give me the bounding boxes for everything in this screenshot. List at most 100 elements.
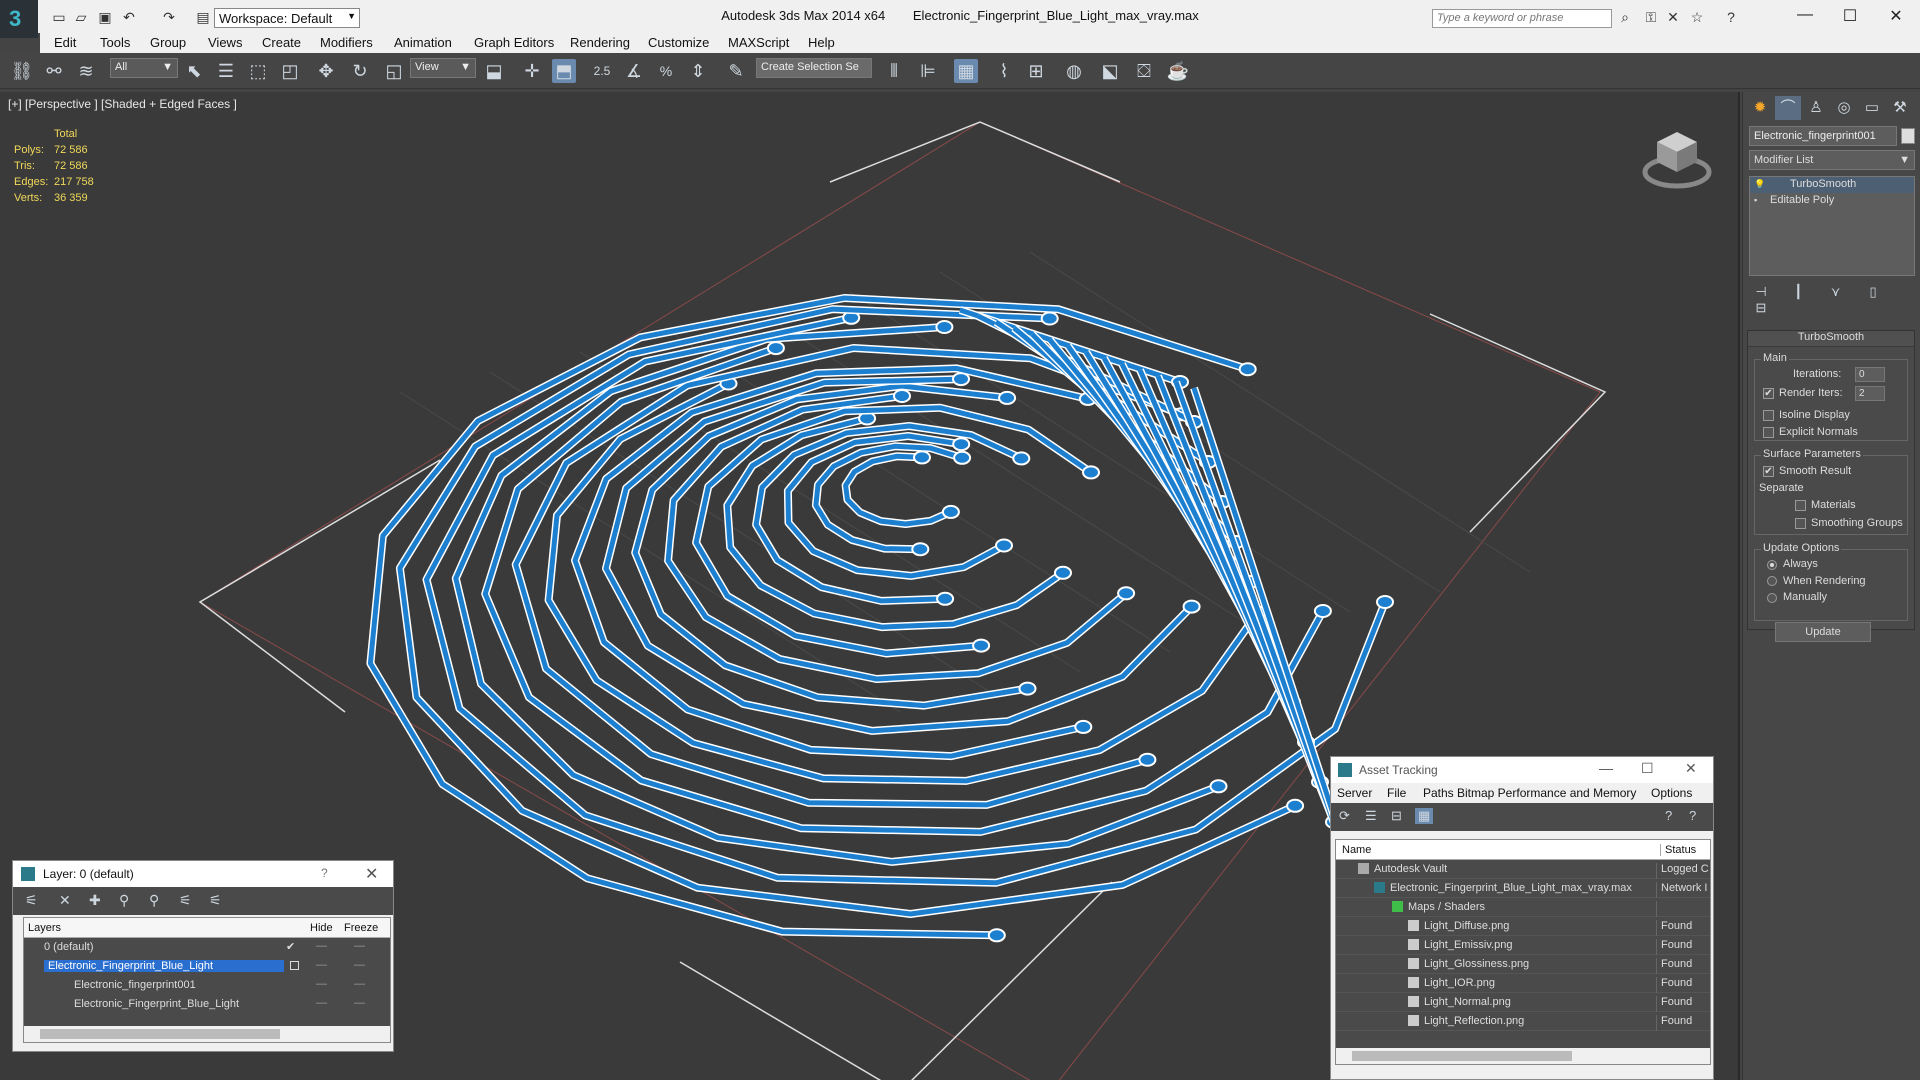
menu-create[interactable]: Create [262, 35, 301, 50]
refresh-icon[interactable]: ⟳ [1339, 808, 1350, 824]
asset-row[interactable]: Light_Reflection.png Found [1336, 1012, 1710, 1031]
update-button[interactable]: Update [1775, 622, 1871, 642]
when-rendering-radio[interactable] [1767, 576, 1777, 586]
smooth-result-checkbox[interactable]: ✔ [1763, 466, 1774, 477]
viewcube-icon[interactable] [1642, 124, 1712, 194]
freeze-all-icon[interactable]: ⚟ [209, 892, 222, 909]
freeze-toggle[interactable]: — [354, 959, 365, 971]
select-manipulate-icon[interactable]: ✛ [520, 59, 544, 83]
menu-views[interactable]: Views [208, 35, 242, 50]
select-in-layer-icon[interactable]: ⚲ [119, 892, 129, 909]
stack-item-turbosmooth[interactable]: 💡 TurboSmooth [1750, 177, 1914, 193]
isoline-display-checkbox[interactable] [1763, 410, 1774, 421]
binoculars-icon[interactable]: ⌕ [1616, 9, 1634, 25]
asset-row[interactable]: Light_Diffuse.png Found [1336, 917, 1710, 936]
link-icon[interactable]: ⛓ [10, 59, 34, 83]
asset-row[interactable]: Light_Normal.png Found [1336, 993, 1710, 1012]
pivot-center-icon[interactable]: ⬓ [482, 59, 506, 83]
close-icon[interactable]: ✕ [1685, 760, 1697, 777]
communication-icon[interactable]: ✕ [1664, 9, 1682, 25]
rollout-title[interactable]: TurboSmooth [1748, 331, 1914, 347]
mirror-icon[interactable]: ⫴ [882, 59, 906, 83]
freeze-toggle[interactable]: — [354, 997, 365, 1009]
column-name[interactable]: Name [1342, 844, 1371, 856]
align-icon[interactable]: ⊫ [916, 59, 940, 83]
hide-all-icon[interactable]: ⚟ [179, 892, 192, 909]
always-radio[interactable] [1767, 560, 1777, 570]
object-color-swatch[interactable] [1901, 128, 1915, 144]
scrollbar-thumb[interactable] [40, 1029, 280, 1039]
hide-toggle[interactable]: — [316, 940, 327, 952]
iterations-spinner[interactable]: 0 [1855, 367, 1885, 382]
help-icon[interactable]: ? [1722, 9, 1740, 25]
favorites-star-icon[interactable]: ☆ [1688, 9, 1706, 25]
bind-space-warp-icon[interactable]: ≋ [74, 59, 98, 83]
scale-icon[interactable]: ◱ [382, 59, 406, 83]
freeze-toggle[interactable]: — [354, 940, 365, 952]
list-view-icon[interactable]: ☰ [1365, 808, 1377, 824]
menu-group[interactable]: Group [150, 35, 186, 50]
selection-filter-dropdown[interactable]: All ▼ [110, 58, 178, 78]
keyboard-shortcut-override-icon[interactable]: ⬒ [552, 59, 576, 83]
column-layers[interactable]: Layers [28, 922, 61, 934]
utilities-tab-icon[interactable]: ⚒ [1887, 96, 1913, 120]
render-production-icon[interactable]: ☕ [1166, 59, 1190, 83]
curve-editor-icon[interactable]: ⌇ [992, 59, 1016, 83]
asset-row[interactable]: Maps / Shaders [1336, 898, 1710, 917]
help-icon[interactable]: ? [321, 866, 328, 880]
close-icon[interactable]: ✕ [365, 864, 378, 884]
minimize-icon[interactable]: — [1795, 6, 1815, 26]
spinner-snap-icon[interactable]: ⇕ [686, 59, 710, 83]
detail-view-icon[interactable]: ⊟ [1391, 808, 1402, 824]
menu-customize[interactable]: Customize [648, 35, 709, 50]
menu-graph-editors[interactable]: Graph Editors [474, 35, 554, 50]
viewport-label[interactable]: [+] [Perspective ] [Shaded + Edged Faces… [8, 97, 237, 111]
help-search-input[interactable]: Type a keyword or phrase [1432, 9, 1612, 28]
move-icon[interactable]: ✥ [314, 59, 338, 83]
menu-maxscript[interactable]: MAXScript [728, 35, 789, 50]
configure-sets-icon[interactable]: ⊟ [1749, 300, 1773, 316]
menu-tools[interactable]: Tools [100, 35, 130, 50]
layer-window-titlebar[interactable]: Layer: 0 (default) ? ✕ [13, 861, 393, 887]
hierarchy-tab-icon[interactable]: ♙ [1803, 96, 1829, 120]
current-layer-icon[interactable] [290, 961, 299, 970]
asset-menu-bitmap[interactable]: Bitmap Performance and Memory [1457, 786, 1636, 800]
render-iters-checkbox[interactable]: ✔ [1763, 388, 1774, 399]
delete-layer-icon[interactable]: ✕ [59, 892, 71, 909]
render-setup-icon[interactable]: ⬕ [1098, 59, 1122, 83]
show-end-result-icon[interactable]: ┃ [1786, 284, 1810, 300]
help-icon[interactable]: ? [1665, 808, 1672, 823]
hide-toggle[interactable]: — [316, 997, 327, 1009]
smoothing-groups-checkbox[interactable] [1795, 518, 1806, 529]
column-status[interactable]: Status [1660, 844, 1696, 856]
rotate-icon[interactable]: ↻ [348, 59, 372, 83]
named-selection-set-dropdown[interactable]: Create Selection Se [756, 58, 872, 78]
table-view-icon[interactable]: ▦ [1415, 808, 1434, 824]
stack-item-editable-poly[interactable]: ▪ Editable Poly [1750, 193, 1914, 209]
hide-toggle[interactable]: — [316, 959, 327, 971]
expand-icon[interactable]: ▪ [1754, 195, 1764, 205]
material-editor-icon[interactable]: ◍ [1062, 59, 1086, 83]
display-tab-icon[interactable]: ▭ [1859, 96, 1885, 120]
manually-radio[interactable] [1767, 593, 1777, 603]
layer-row[interactable]: Electronic_Fingerprint_Blue_Light — — [24, 957, 390, 976]
explicit-normals-checkbox[interactable] [1763, 427, 1774, 438]
asset-menu-server[interactable]: Server [1337, 786, 1372, 800]
asset-window-titlebar[interactable]: Asset Tracking — ☐ ✕ [1331, 757, 1713, 783]
asset-menu-options[interactable]: Options [1651, 786, 1692, 800]
vault-help-icon[interactable]: ? [1689, 808, 1696, 823]
asset-menu-file[interactable]: File [1387, 786, 1406, 800]
create-layer-icon[interactable]: ⚟ [25, 892, 38, 909]
unlink-icon[interactable]: ⚯ [42, 59, 66, 83]
menu-edit[interactable]: Edit [54, 35, 76, 50]
select-object-icon[interactable]: ⬉ [182, 59, 206, 83]
freeze-toggle[interactable]: — [354, 978, 365, 990]
rectangular-selection-icon[interactable]: ⬚ [246, 59, 270, 83]
minimize-icon[interactable]: — [1599, 760, 1613, 776]
subscription-icon[interactable]: ⚿ [1642, 9, 1660, 25]
materials-checkbox[interactable] [1795, 500, 1806, 511]
scrollbar-thumb[interactable] [1352, 1051, 1572, 1061]
motion-tab-icon[interactable]: ◎ [1831, 96, 1857, 120]
window-crossing-icon[interactable]: ◰ [278, 59, 302, 83]
asset-row[interactable]: Light_Glossiness.png Found [1336, 955, 1710, 974]
